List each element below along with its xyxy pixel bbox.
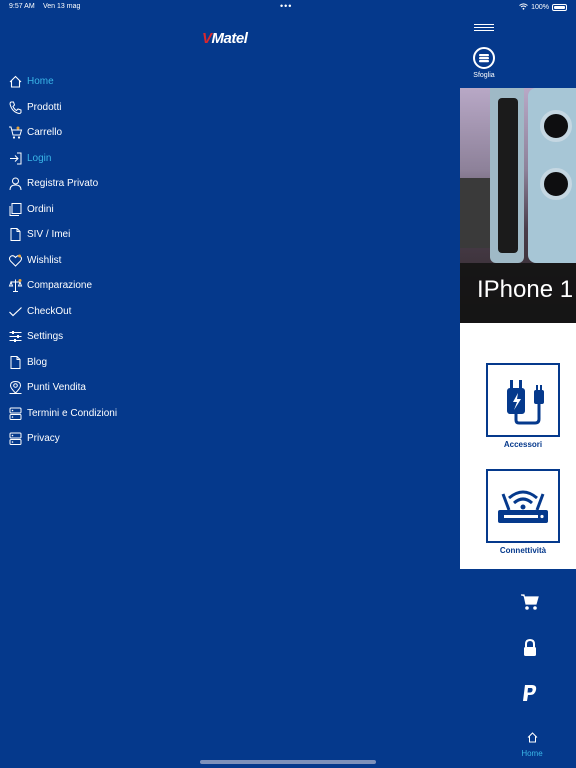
- menu-item-label: SIV / Imei: [27, 229, 71, 241]
- terms-icon: [8, 406, 23, 421]
- category-accessori[interactable]: Accessori: [486, 363, 560, 449]
- category-list: Accessori Connettività: [460, 323, 576, 569]
- catalog-icon: [473, 47, 495, 69]
- cart-icon: [8, 125, 23, 140]
- location-icon: [8, 380, 23, 395]
- menu-item-label: Carrello: [27, 127, 63, 139]
- multitasking-dots[interactable]: •••: [280, 1, 292, 11]
- menu-item-siv-imei[interactable]: SIV / Imei: [8, 222, 208, 248]
- menu-item-login[interactable]: Login: [8, 146, 208, 172]
- menu-item-label: Wishlist: [27, 254, 62, 266]
- status-right: 100%: [519, 3, 567, 12]
- menu-item-prodotti[interactable]: Prodotti: [8, 95, 208, 121]
- menu-item-label: Registra Privato: [27, 178, 99, 190]
- menu-item-wishlist[interactable]: Wishlist: [8, 248, 208, 274]
- cart-icon[interactable]: [520, 592, 540, 612]
- status-time: 9:57 AM: [9, 3, 35, 10]
- login-icon: [8, 151, 23, 166]
- menu-item-comparazione[interactable]: Comparazione: [8, 273, 208, 299]
- menu-item-registra-privato[interactable]: Registra Privato: [8, 171, 208, 197]
- menu-item-label: CheckOut: [27, 305, 72, 317]
- tab-home-label: Home: [521, 749, 543, 758]
- tab-home[interactable]: Home: [520, 730, 544, 758]
- side-menu: Home Prodotti Carrello Login Registra Privat…: [8, 69, 208, 452]
- menu-item-blog[interactable]: Blog: [8, 350, 208, 376]
- heart-icon: [8, 253, 23, 268]
- home-icon: [8, 74, 23, 89]
- router-icon: [486, 469, 560, 543]
- menu-item-label: Home: [27, 76, 54, 88]
- charger-icon: [486, 363, 560, 437]
- status-date: Ven 13 mag: [43, 3, 81, 10]
- menu-item-privacy[interactable]: Privacy: [8, 426, 208, 452]
- menu-item-label: Comparazione: [27, 280, 93, 292]
- lock-icon[interactable]: [520, 638, 540, 658]
- hero-title: IPhone 1: [477, 276, 574, 303]
- category-label: Connettività: [499, 546, 547, 555]
- menu-item-label: Privacy: [27, 433, 60, 445]
- battery-icon: [552, 4, 567, 11]
- home-indicator[interactable]: [200, 760, 376, 764]
- vimatel-logo[interactable]: VMatel: [202, 29, 248, 47]
- compare-icon: [8, 278, 23, 293]
- sfoglia-label: Sfoglia: [473, 72, 495, 79]
- menu-item-punti-vendita[interactable]: Punti Vendita: [8, 375, 208, 401]
- menu-item-label: Termini e Condizioni: [27, 407, 118, 419]
- menu-item-settings[interactable]: Settings: [8, 324, 208, 350]
- menu-item-termini-e-condizioni[interactable]: Termini e Condizioni: [8, 401, 208, 427]
- main-content-panel: Sfoglia IPhone 1 Accessori Connettività …: [460, 14, 576, 768]
- category-connettivita[interactable]: Connettività: [486, 469, 560, 555]
- menu-item-label: Settings: [27, 331, 64, 343]
- camera-lens: [540, 168, 572, 200]
- menu-item-checkout[interactable]: CheckOut: [8, 299, 208, 325]
- menu-item-label: Ordini: [27, 203, 54, 215]
- phone-icon: [8, 100, 23, 115]
- paypal-icon[interactable]: [520, 684, 540, 704]
- phone-side-image: [490, 88, 524, 263]
- home-icon: [520, 730, 544, 748]
- wifi-icon: [519, 3, 528, 12]
- check-icon: [8, 304, 23, 319]
- sliders-icon: [8, 329, 23, 344]
- menu-item-label: Login: [27, 152, 52, 164]
- sfoglia-button[interactable]: Sfoglia: [465, 47, 503, 79]
- menu-item-carrello[interactable]: Carrello: [8, 120, 208, 146]
- blog-icon: [8, 355, 23, 370]
- menu-item-label: Punti Vendita: [27, 382, 86, 394]
- user-icon: [8, 176, 23, 191]
- hamburger-menu-button[interactable]: [474, 24, 494, 32]
- logo-prefix: V: [202, 29, 212, 47]
- logo-text: Matel: [211, 29, 248, 47]
- menu-item-ordini[interactable]: Ordini: [8, 197, 208, 223]
- camera-lens: [540, 110, 572, 142]
- document-icon: [8, 227, 23, 242]
- menu-item-label: Blog: [27, 356, 48, 368]
- orders-icon: [8, 202, 23, 217]
- menu-item-label: Prodotti: [27, 101, 62, 113]
- battery-percent: 100%: [531, 4, 549, 11]
- menu-item-home[interactable]: Home: [8, 69, 208, 95]
- status-bar: 9:57 AM Ven 13 mag ••• 100%: [0, 0, 576, 14]
- category-label: Accessori: [503, 440, 543, 449]
- hero-banner[interactable]: IPhone 1: [460, 88, 576, 323]
- privacy-icon: [8, 431, 23, 446]
